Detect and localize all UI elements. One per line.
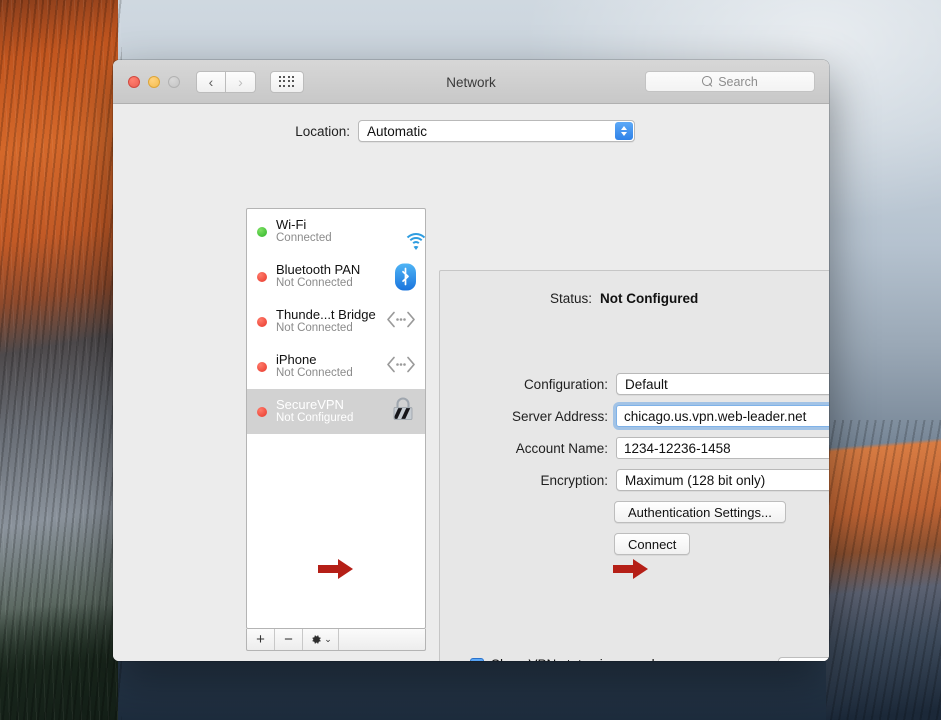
encryption-row: Encryption: Maximum (128 bit only) — [440, 469, 829, 491]
show-vpn-status-checkbox[interactable] — [470, 657, 484, 661]
connect-row: Connect — [614, 533, 691, 555]
zoom-button[interactable] — [168, 75, 180, 88]
minimize-button[interactable] — [148, 75, 160, 88]
search-icon — [702, 76, 713, 87]
status-badge: Not Configured — [600, 291, 699, 306]
grid-dots — [278, 75, 296, 88]
authentication-settings-button[interactable]: Authentication Settings... — [614, 501, 786, 523]
service-status: Not Configured — [276, 412, 354, 425]
service-list-toolbar: + − ⌄ — [246, 629, 426, 651]
window-body: Location: Automatic Wi-Fi Connected Blue… — [113, 104, 829, 661]
remove-service-button[interactable]: − — [275, 629, 303, 650]
sidebar-item-thunderbolt-bridge[interactable]: Thunde...t Bridge Not Connected — [247, 299, 425, 344]
show-vpn-status-row: Show VPN status in menu bar — [470, 657, 671, 661]
wallpaper-ridge-texture — [826, 420, 941, 720]
status-label: Status: — [549, 291, 592, 306]
location-row: Location: Automatic — [113, 120, 829, 142]
configuration-row: Configuration: Default — [440, 373, 829, 395]
navigation-buttons: ‹ › — [196, 70, 256, 93]
advanced-row: Advanced... ? — [778, 657, 829, 661]
service-status: Not Connected — [276, 277, 353, 290]
sidebar-item-wifi[interactable]: Wi-Fi Connected — [247, 209, 425, 254]
status-dot — [257, 361, 267, 372]
status-dot — [257, 271, 267, 282]
service-status: Not Connected — [276, 367, 353, 380]
search-input[interactable]: Search — [645, 71, 815, 92]
location-stepper-icon[interactable] — [615, 122, 633, 140]
advanced-button[interactable]: Advanced... — [778, 657, 829, 661]
service-name: Wi-Fi — [276, 217, 307, 233]
vpn-settings-panel: Status: Not Configured Configuration: De… — [439, 270, 829, 661]
service-actions-button[interactable]: ⌄ — [303, 629, 339, 650]
server-address-field[interactable]: chicago.us.vpn.web-leader.net — [616, 405, 829, 427]
add-service-button[interactable]: + — [247, 629, 275, 650]
configuration-value: Default — [625, 376, 668, 392]
encryption-dropdown[interactable]: Maximum (128 bit only) — [616, 469, 829, 491]
vpn-lock-icon — [390, 394, 416, 429]
show-all-icon[interactable] — [270, 70, 304, 93]
encryption-label: Encryption: — [540, 472, 608, 488]
chevron-down-icon: ⌄ — [324, 634, 332, 644]
service-name: Thunde...t Bridge — [276, 307, 376, 323]
wallpaper-cliff-texture — [0, 0, 122, 720]
checkmark-icon — [480, 660, 481, 661]
gear-icon — [312, 635, 321, 644]
bridge-icon — [386, 355, 416, 378]
account-name-row: Account Name: 1234-12236-1458 — [440, 437, 829, 459]
status-dot — [257, 316, 267, 327]
location-value: Automatic — [367, 123, 428, 139]
search-placeholder: Search — [718, 74, 758, 89]
desktop-wallpaper: ‹ › Network Search Location: Automatic W… — [0, 0, 941, 720]
location-label: Location: — [295, 123, 350, 139]
annotation-arrow-checkbox — [318, 559, 353, 579]
traffic-light-group — [128, 75, 180, 88]
bridge-icon — [386, 310, 416, 333]
auth-settings-row: Authentication Settings... — [614, 501, 786, 523]
service-name: Bluetooth PAN — [276, 262, 361, 278]
bluetooth-icon — [395, 263, 416, 290]
configuration-dropdown[interactable]: Default — [616, 373, 829, 395]
sidebar-item-bluetooth-pan[interactable]: Bluetooth PAN Not Connected — [247, 254, 425, 299]
server-address-label: Server Address: — [511, 408, 608, 424]
status-dot — [257, 226, 267, 237]
status-row: Status: Not Configured — [440, 291, 829, 306]
service-status: Connected — [276, 232, 332, 245]
sidebar-item-iphone[interactable]: iPhone Not Connected — [247, 344, 425, 389]
encryption-value: Maximum (128 bit only) — [625, 472, 766, 488]
service-name: SecureVPN — [276, 397, 344, 413]
sidebar-item-securevpn[interactable]: SecureVPN Not Configured — [247, 389, 425, 434]
status-dot — [257, 406, 267, 417]
server-address-row: Server Address: chicago.us.vpn.web-leade… — [440, 405, 829, 427]
network-preferences-window: ‹ › Network Search Location: Automatic W… — [113, 60, 829, 661]
location-dropdown[interactable]: Automatic — [358, 120, 635, 142]
window-titlebar: ‹ › Network Search — [113, 60, 829, 104]
configuration-label: Configuration: — [523, 376, 608, 392]
toolbar-filler — [339, 629, 425, 650]
connect-button[interactable]: Connect — [614, 533, 691, 555]
account-name-field[interactable]: 1234-12236-1458 — [616, 437, 829, 459]
service-name: iPhone — [276, 352, 317, 368]
close-button[interactable] — [128, 75, 140, 88]
annotation-arrow-advanced — [613, 559, 648, 579]
forward-button[interactable]: › — [226, 70, 256, 93]
back-button[interactable]: ‹ — [196, 70, 226, 93]
show-vpn-status-label: Show VPN status in menu bar — [491, 657, 671, 661]
service-status: Not Connected — [276, 322, 353, 335]
account-name-label: Account Name: — [515, 440, 608, 456]
